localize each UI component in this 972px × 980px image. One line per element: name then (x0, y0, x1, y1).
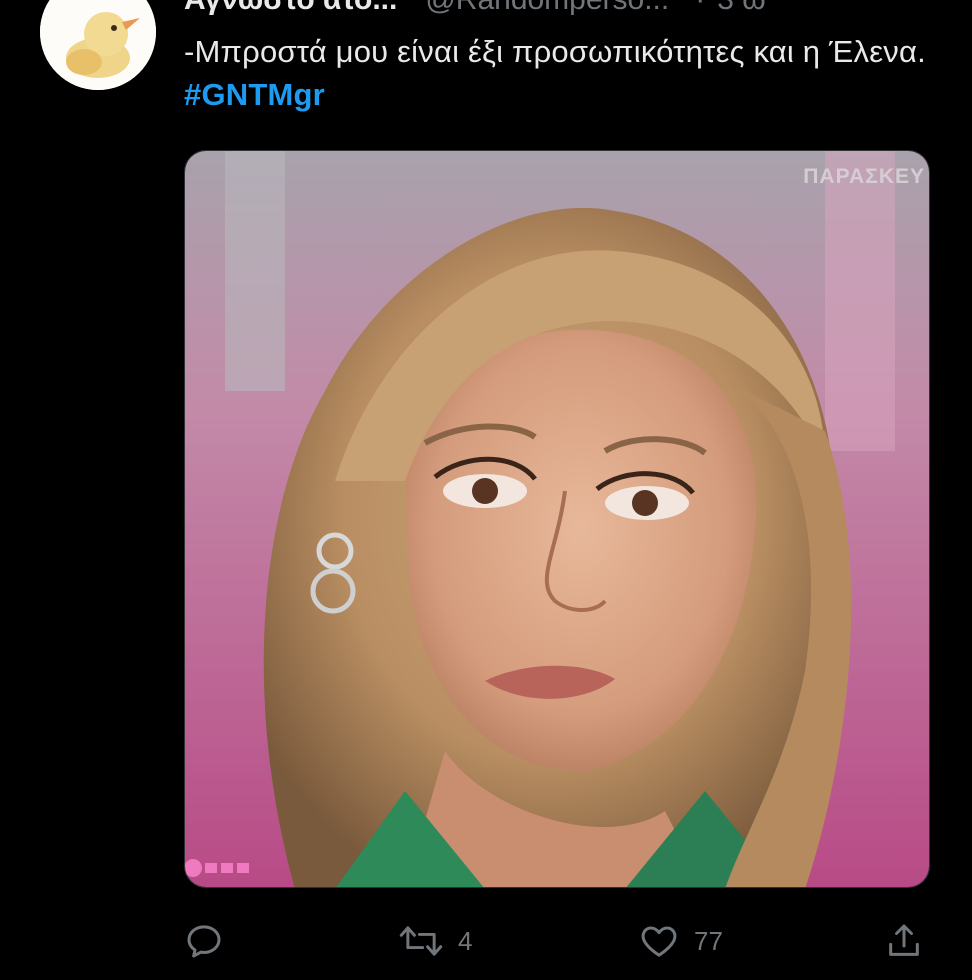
channel-watermark: ΠΑΡΑΣΚΕΥ (803, 165, 925, 188)
avatar[interactable] (40, 0, 156, 90)
like-button[interactable]: 77 (638, 918, 723, 964)
hashtag-link[interactable]: #GNTMgr (184, 77, 325, 112)
tweet-actions: 4 77 (184, 918, 930, 964)
retweet-button[interactable]: 4 (398, 918, 472, 964)
tweet[interactable]: Άγνωστο άτο... @Randomperso... · 3 ώ -Μπ… (0, 0, 972, 980)
more-icon (892, 0, 938, 8)
tweet-text: -Μπροστά μου είναι έξι προσωπικότητες κα… (184, 30, 944, 116)
retweet-count: 4 (458, 925, 473, 956)
reply-icon (187, 925, 221, 958)
tweet-media-image[interactable]: ΠΑΡΑΣΚΕΥ (184, 150, 930, 888)
duckling-avatar-image (40, 0, 156, 90)
author-display-name[interactable]: Άγνωστο άτο... (184, 0, 397, 18)
tweet-header: Άγνωστο άτο... @Randomperso... · 3 ώ (184, 0, 766, 18)
woman-portrait-image (185, 151, 929, 887)
channel-logo-icon (185, 855, 261, 881)
share-icon (889, 924, 919, 956)
tweet-timestamp[interactable]: 3 ώ (717, 0, 765, 18)
tweet-body-text: -Μπροστά μου είναι έξι προσωπικότητες κα… (184, 34, 926, 69)
like-count: 77 (694, 925, 723, 956)
separator-dot: · (695, 0, 705, 18)
reply-button[interactable] (184, 918, 224, 964)
more-options-button[interactable] (892, 0, 938, 8)
retweet-icon (399, 926, 443, 956)
heart-icon (641, 926, 677, 957)
share-button[interactable] (884, 918, 924, 964)
author-handle[interactable]: @Randomperso... (425, 0, 669, 18)
